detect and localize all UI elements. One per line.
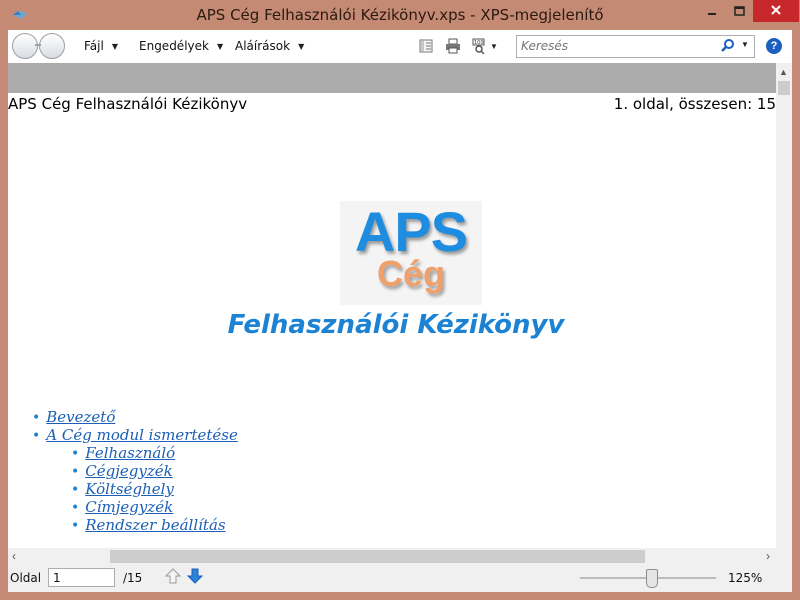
chevron-down-icon: ▼ (111, 42, 118, 51)
zoom-level: 125% (728, 571, 763, 585)
scroll-right-icon[interactable]: › (766, 549, 770, 563)
zoom-slider-thumb[interactable] (646, 569, 659, 588)
horizontal-scrollbar[interactable]: ‹ › (8, 548, 776, 564)
bullet-icon: • (32, 428, 41, 444)
search-icon[interactable] (721, 39, 735, 53)
search-box[interactable]: ▼ (516, 35, 755, 58)
app-window: APS Cég Felhasználói Kézikönyv.xps - XPS… (0, 0, 800, 600)
toc-link[interactable]: Rendszer beállítás (85, 516, 225, 534)
toc-item-rendszer[interactable]: • Rendszer beállítás (71, 516, 226, 534)
viewer-bridge-icon (35, 44, 41, 46)
maximize-icon (733, 6, 745, 16)
toc-link[interactable]: Cégjegyzék (85, 462, 172, 480)
toc-item-cegjegyzek[interactable]: • Cégjegyzék (71, 462, 173, 480)
bullet-icon: • (71, 482, 80, 498)
bullet-icon: • (71, 464, 80, 480)
logo-text-ceg: Cég (376, 253, 445, 294)
bullet-icon: • (32, 410, 41, 426)
vertical-scrollbar[interactable]: ▲ (776, 63, 792, 548)
toc-link[interactable]: Költséghely (85, 480, 174, 498)
help-icon[interactable]: ? (766, 38, 782, 54)
vertical-scroll-thumb[interactable] (778, 81, 790, 95)
zoom-icon[interactable]: 100 (472, 38, 488, 54)
menu-permissions[interactable]: Engedélyek ▼ (139, 39, 223, 53)
page-number-input[interactable] (48, 568, 115, 587)
page-header-pagenum: 1. oldal, összesen: 15 (613, 95, 776, 113)
aps-logo: APS Cég (340, 200, 482, 305)
close-button[interactable] (753, 0, 799, 22)
page-gap (8, 63, 776, 93)
page-total: /15 (123, 571, 143, 585)
toolbar: Fájl▼ Engedélyek▼ Aláírások▼ 100 ▼ ▼ (8, 30, 792, 64)
viewer-lens-icon-2 (39, 33, 65, 59)
maximize-button[interactable] (726, 0, 752, 22)
toc-link[interactable]: Bevezető (46, 408, 115, 426)
document-title: Felhasználói Kézikönyv (227, 310, 565, 340)
minimize-button[interactable] (698, 0, 726, 22)
scroll-up-icon[interactable]: ▲ (779, 67, 788, 77)
scrollbar-corner (776, 548, 792, 564)
chevron-down-icon[interactable]: ▼ (490, 42, 498, 51)
chevron-down-icon[interactable]: ▼ (741, 40, 749, 49)
svg-text:100: 100 (474, 40, 484, 46)
scroll-left-icon[interactable]: ‹ (12, 549, 16, 563)
chevron-down-icon: ▼ (298, 42, 305, 51)
toc-item-koltseghely[interactable]: • Költséghely (71, 480, 174, 498)
toc-item-cimjegyzek[interactable]: • Címjegyzék (71, 498, 173, 516)
toc-link[interactable]: Felhasználó (85, 444, 175, 462)
toc-item-ceg-modul[interactable]: • A Cég modul ismertetése (32, 426, 238, 444)
menu-file[interactable]: Fájl ▼ (84, 39, 118, 53)
bullet-icon: • (71, 518, 80, 534)
chevron-down-icon: ▼ (216, 42, 224, 51)
status-bar: Oldal /15 125% (8, 564, 792, 592)
toc-link[interactable]: Címjegyzék (85, 498, 173, 516)
bullet-icon: • (71, 500, 80, 516)
next-page-icon[interactable] (186, 567, 204, 585)
window-title: APS Cég Felhasználói Kézikönyv.xps - XPS… (196, 6, 604, 24)
horizontal-scroll-thumb[interactable] (110, 550, 645, 563)
minimize-icon (708, 13, 716, 15)
document-outline-icon[interactable] (418, 38, 434, 54)
print-icon[interactable] (445, 38, 461, 54)
menu-signatures[interactable]: Aláírások ▼ (235, 39, 304, 53)
close-icon (771, 5, 781, 15)
toc-link[interactable]: A Cég modul ismertetése (46, 426, 238, 444)
page-label: Oldal (10, 571, 42, 585)
search-input[interactable] (521, 38, 711, 54)
document-viewport: APS Cég Felhasználói Kézikönyv 1. oldal,… (8, 63, 776, 548)
title-bar: APS Cég Felhasználói Kézikönyv.xps - XPS… (0, 0, 800, 30)
toc-item-bevezeto[interactable]: • Bevezető (32, 408, 115, 426)
toc-item-felhasznalo[interactable]: • Felhasználó (71, 444, 175, 462)
page-header-title: APS Cég Felhasználói Kézikönyv (8, 95, 248, 113)
previous-page-icon[interactable] (164, 567, 182, 585)
bullet-icon: • (71, 446, 80, 462)
